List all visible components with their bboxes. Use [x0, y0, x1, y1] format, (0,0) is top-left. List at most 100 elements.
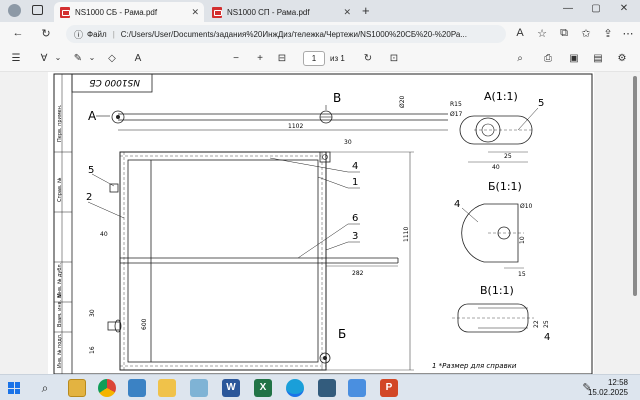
start-icon[interactable]	[8, 382, 20, 394]
pdf-file-icon	[60, 6, 70, 18]
dim-top-30: 30	[344, 139, 352, 146]
scrollbar-thumb[interactable]	[633, 76, 637, 296]
app-icon[interactable]	[348, 379, 366, 397]
favorite-star-icon[interactable]: ☆	[534, 27, 550, 40]
rotate-icon[interactable]: ↻	[360, 53, 376, 64]
minimize-button[interactable]: —	[558, 3, 578, 14]
pdf-document-area[interactable]: NS1000 СБ A B 1102 Ø20 1110 282 40 30 60…	[0, 72, 630, 374]
page-view-icon[interactable]: ⊡	[386, 53, 402, 64]
tab-title: NS1000 СБ - Рама.pdf	[75, 7, 158, 17]
browser-tab-bar: NS1000 СБ - Рама.pdf ✕ NS1000 СП - Рама.…	[0, 0, 640, 22]
address-scheme-label: Файл	[87, 29, 107, 39]
print-icon[interactable]: ⎙	[540, 53, 556, 64]
app-icon[interactable]	[318, 379, 336, 397]
edge-icon[interactable]	[286, 379, 304, 397]
dim-w25: 25	[504, 153, 512, 160]
view-v-title: В(1:1)	[480, 284, 514, 297]
view-label-be: Б	[338, 327, 346, 341]
close-tab-icon[interactable]: ✕	[191, 7, 199, 18]
powerpoint-icon[interactable]: P	[380, 379, 398, 397]
dim-d10: Ø10	[520, 203, 533, 210]
draw-dropdown-icon[interactable]: ⌄	[84, 53, 100, 62]
dim-left-600: 600	[141, 318, 148, 330]
clock[interactable]: 12:58 15.02.2025	[588, 378, 628, 398]
contents-icon[interactable]: ☰	[8, 53, 24, 64]
callout-4-b: 4	[454, 199, 460, 210]
search-icon[interactable]: ⌕	[36, 379, 54, 397]
dim-top-diam: Ø20	[399, 95, 406, 108]
part-5-square	[109, 183, 119, 193]
zoom-in-icon[interactable]: +	[252, 53, 268, 64]
erase-icon[interactable]: ◇	[104, 53, 120, 64]
zoom-out-icon[interactable]: −	[228, 53, 244, 64]
more-menu-icon[interactable]: ⋯	[620, 27, 636, 40]
dim-r15: R15	[450, 101, 462, 108]
profile-avatar-icon[interactable]	[8, 4, 21, 17]
corner-bolt-top	[319, 151, 331, 163]
windows-taskbar: ⌕ W X P ✎ 12:58 15.02.2025	[0, 374, 640, 400]
tab-ns1000-sp[interactable]: NS1000 СП - Рама.pdf ✕	[206, 2, 356, 22]
dim-w40: 40	[492, 164, 500, 171]
dim-top-bar: 1102	[288, 123, 303, 130]
tab-actions-icon[interactable]	[32, 5, 43, 15]
file-manager-icon[interactable]	[68, 379, 86, 397]
frame-inner	[127, 159, 319, 363]
callout-4-v: 4	[544, 332, 550, 343]
view-b-title: Б(1:1)	[488, 180, 522, 193]
dim-h15: 15	[518, 271, 526, 278]
dim-v22: 22	[533, 320, 540, 328]
page-number-input[interactable]: 1	[303, 51, 325, 66]
drawing-note: 1 *Размер для справки	[432, 362, 517, 370]
back-icon[interactable]: ←	[10, 27, 26, 39]
left-handle	[107, 321, 121, 331]
dim-left-30: 30	[89, 309, 96, 317]
close-tab-icon[interactable]: ✕	[343, 7, 351, 18]
sidebar-label: Инв. № подл.	[57, 333, 63, 368]
clock-time: 12:58	[607, 378, 628, 387]
sheet-border	[53, 73, 593, 374]
refresh-icon[interactable]: ↻	[38, 27, 54, 40]
folder-icon[interactable]	[158, 379, 176, 397]
pdf-file-icon	[212, 6, 222, 18]
sidebar-label: Инв. № дубл.	[57, 262, 63, 297]
tab-ns1000-sb[interactable]: NS1000 СБ - Рама.pdf ✕	[54, 2, 204, 22]
save-as-icon[interactable]: ▤	[590, 53, 606, 64]
address-bar-row: ← ↻ ⓘ Файл | C:/Users/User/Documents/зад…	[0, 22, 640, 46]
app-icon[interactable]	[190, 379, 208, 397]
share-icon[interactable]: ⇪	[600, 27, 616, 40]
read-aloud-icon[interactable]: A	[512, 27, 528, 39]
vertical-scrollbar[interactable]	[630, 72, 640, 374]
save-icon[interactable]: ▣	[566, 53, 582, 64]
search-icon[interactable]: ⌕	[512, 53, 528, 64]
view-a-title: A(1:1)	[484, 90, 518, 103]
dim-left-small: 40	[100, 231, 108, 238]
dim-v25: 25	[543, 320, 550, 328]
callout-1: 1	[352, 177, 358, 188]
collections-icon[interactable]: ⧉	[556, 27, 572, 40]
drawing-sheet: NS1000 СБ A B 1102 Ø20 1110 282 40 30 60…	[48, 72, 594, 374]
close-window-button[interactable]: ✕	[614, 3, 634, 14]
address-field[interactable]: ⓘ Файл | C:/Users/User/Documents/задания…	[66, 25, 506, 43]
excel-icon[interactable]: X	[254, 379, 272, 397]
callout-4: 4	[352, 161, 358, 172]
new-tab-button[interactable]: +	[362, 3, 370, 18]
address-url: C:/Users/User/Documents/задания%20ИнжДиз…	[120, 29, 467, 39]
settings-icon[interactable]: ⚙	[614, 53, 630, 64]
dim-middle: 282	[352, 270, 364, 277]
word-icon[interactable]: W	[222, 379, 240, 397]
view-label-b: B	[333, 91, 341, 105]
clock-date: 15.02.2025	[587, 388, 628, 397]
callout-6: 6	[352, 213, 358, 224]
maximize-button[interactable]: ▢	[586, 3, 606, 14]
dim-h10: 10	[519, 236, 526, 244]
highlight-dropdown-icon[interactable]: ⌄	[50, 53, 66, 62]
dim-right-height: 1110	[403, 227, 410, 242]
sidebar-label: Перв. примен.	[57, 104, 63, 142]
window-icon[interactable]	[128, 379, 146, 397]
tab-title: NS1000 СП - Рама.pdf	[227, 7, 310, 17]
favorites-icon[interactable]: ✩	[578, 27, 594, 40]
fit-page-icon[interactable]: ⊟	[274, 53, 290, 64]
page-total-label: из 1	[330, 54, 345, 63]
chrome-icon[interactable]	[98, 379, 116, 397]
add-text-icon[interactable]: A	[130, 53, 146, 64]
